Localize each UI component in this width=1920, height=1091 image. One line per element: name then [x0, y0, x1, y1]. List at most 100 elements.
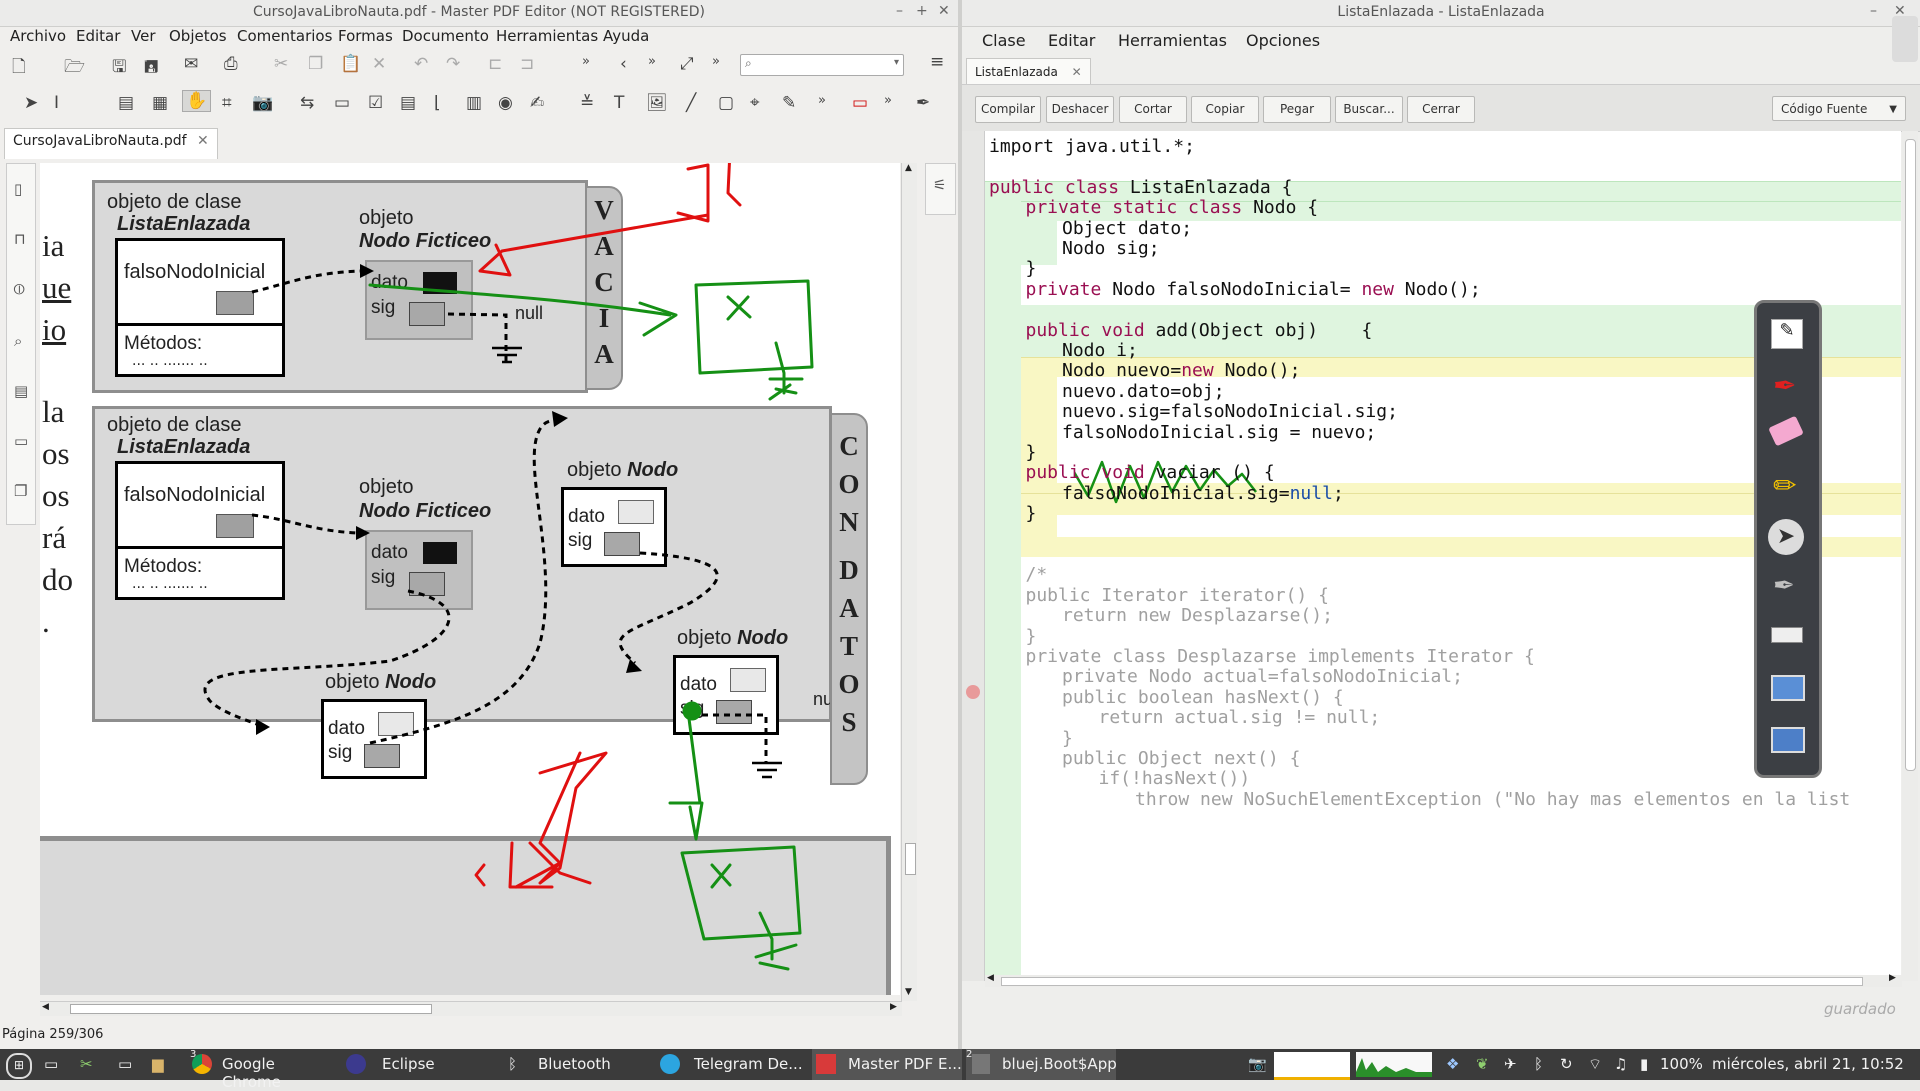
form-icon[interactable]: ▦ [152, 93, 168, 113]
code-line[interactable]: public void add(Object obj) { [1026, 320, 1373, 341]
eraser-icon[interactable] [1768, 415, 1804, 447]
select-arrow-icon[interactable]: ➤ [24, 93, 38, 113]
menu-ver[interactable]: Ver [131, 27, 156, 45]
hscroll-thumb[interactable] [70, 1004, 432, 1014]
scroll-up-icon[interactable]: ▲ [905, 163, 912, 173]
open-folder-icon[interactable]: 🗁 [64, 54, 85, 83]
highlighter-icon[interactable]: ✏ [1773, 469, 1796, 502]
menu-documento[interactable]: Documento [402, 27, 489, 45]
email-icon[interactable]: ✉ [184, 54, 198, 74]
combobox-icon[interactable]: ▥ [466, 93, 482, 113]
taskbar-item-eclipse[interactable]: Eclipse [344, 1049, 492, 1080]
listbox-field-icon[interactable]: ▤ [400, 93, 416, 113]
whiteboard-icon[interactable]: ✎ [1771, 319, 1803, 349]
pencil-icon[interactable]: ✎ [782, 93, 796, 113]
attachment-icon[interactable]: ⦶ [14, 280, 25, 298]
radio-icon[interactable]: ◉ [498, 93, 513, 113]
menu-clase[interactable]: Clase [982, 31, 1026, 50]
code-line[interactable]: falsoNodoInicial.sig = nuevo; [1062, 422, 1376, 443]
taskbar-item-bluej[interactable]: 2 bluej.Boot$App [966, 1049, 1117, 1080]
overflow-chevron-icon[interactable]: » [818, 93, 826, 108]
code-line[interactable]: Object dato; [1062, 218, 1192, 239]
copy-icon[interactable]: ❐ [308, 54, 323, 74]
menu-comentarios[interactable]: Comentarios [237, 27, 332, 45]
copiar-button[interactable]: Copiar [1191, 96, 1259, 123]
signatures-icon[interactable]: ▭ [14, 432, 28, 450]
maximize-icon[interactable]: + [916, 3, 928, 19]
scroll-left-icon[interactable]: ◀ [42, 1002, 49, 1012]
menu-opciones[interactable]: Opciones [1246, 31, 1320, 50]
vertical-scrollbar[interactable]: ▲ ▼ [901, 163, 917, 1001]
align-left-icon[interactable]: ⊏ [488, 54, 502, 74]
menu-editar[interactable]: Editar [1048, 31, 1095, 50]
menu-objetos[interactable]: Objetos [169, 27, 227, 45]
save-icon[interactable]: 🖫 [112, 54, 126, 83]
code-line[interactable]: private Nodo falsoNodoInicial= new Nodo(… [1026, 279, 1481, 300]
button-field-icon[interactable]: ▭ [334, 93, 350, 113]
properties-icon[interactable]: ⚟ [933, 176, 946, 194]
code-line[interactable]: public Object next() { [1062, 748, 1300, 769]
sync-icon[interactable]: ↻ [1560, 1055, 1573, 1073]
pointer-pen-icon[interactable]: ✒ [1773, 571, 1795, 601]
code-line[interactable]: return new Desplazarse(); [1062, 605, 1333, 626]
screenshot-icon[interactable]: 📷 [1248, 1055, 1267, 1073]
text-select-icon[interactable]: Ⅰ [54, 93, 59, 113]
menu-herramientas[interactable]: Herramientas [1118, 31, 1227, 50]
music-icon[interactable]: ♫ [1614, 1055, 1627, 1073]
red-pen-icon[interactable]: ✒ [1773, 369, 1796, 402]
cerrar-button[interactable]: Cerrar [1407, 96, 1475, 123]
align-center-icon[interactable]: ⊐ [520, 54, 534, 74]
link-icon[interactable]: ⇆ [300, 93, 314, 113]
code-line[interactable]: Nodo sig; [1062, 238, 1160, 259]
layers-icon[interactable]: ▤ [14, 382, 28, 400]
scroll-down-icon[interactable]: ▼ [905, 987, 912, 997]
horizontal-scrollbar[interactable]: ◀ ▶ [40, 1001, 902, 1016]
taskbar-item-telegram[interactable]: Telegram De... [656, 1049, 804, 1080]
menu-herramientas[interactable]: Herramientas [496, 27, 598, 45]
code-line[interactable]: } [1062, 728, 1073, 749]
code-line[interactable]: private static class Nodo { [1026, 197, 1319, 218]
code-line[interactable]: Nodo nuevo=new Nodo(); [1062, 360, 1300, 381]
image-icon[interactable]: 🖼 [646, 93, 668, 113]
editor-scroll-thumb[interactable] [1905, 139, 1916, 771]
desktop-share-icon[interactable] [1771, 727, 1805, 753]
code-line[interactable]: if(!hasNext()) [1099, 768, 1251, 789]
close-icon[interactable]: ✕ [938, 3, 950, 19]
cut-icon[interactable]: ✂ [274, 54, 288, 74]
pages-icon[interactable]: ▯ [14, 180, 22, 198]
editor-hscrollbar[interactable]: ◀ ▶ [985, 973, 1902, 987]
tab-listaenlazada[interactable]: ListaEnlazada ✕ [966, 58, 1091, 86]
editor-hscroll-thumb[interactable] [1001, 977, 1863, 986]
compilar-button[interactable]: Compilar [975, 96, 1041, 123]
code-line[interactable]: nuevo.sig=falsoNodoInicial.sig; [1062, 401, 1398, 422]
overflow-chevron-icon[interactable]: » [648, 54, 656, 69]
text-tool-icon[interactable]: ≚ [580, 93, 594, 113]
paste-icon[interactable]: 📋 [340, 54, 361, 74]
overflow-chevron-icon[interactable]: » [712, 54, 720, 69]
taskbar-item-chrome[interactable]: 3 Google Chrome [190, 1049, 338, 1091]
battery-icon[interactable]: ▮ [1640, 1055, 1648, 1073]
pegar-button[interactable]: Pegar [1263, 96, 1331, 123]
files-icon[interactable]: ▆ [152, 1055, 164, 1073]
breakpoint-icon[interactable] [966, 685, 980, 699]
comment-icon[interactable]: ▭ [852, 93, 868, 113]
code-line[interactable]: return actual.sig != null; [1099, 707, 1381, 728]
scroll-right-icon[interactable]: ▶ [1889, 973, 1896, 983]
code-line[interactable]: public Iterator iterator() { [1026, 585, 1329, 606]
overflow-chevron-icon[interactable]: » [582, 54, 590, 69]
tab-document[interactable]: CursoJavaLibroNauta.pdf ✕ [4, 128, 218, 159]
cortar-button[interactable]: Cortar [1119, 96, 1187, 123]
line-icon[interactable]: ╱ [686, 93, 696, 113]
dropbox-icon[interactable]: ❖ [1446, 1055, 1459, 1073]
scroll-right-icon[interactable]: ▶ [890, 1002, 897, 1012]
screen-capture-icon[interactable] [1771, 675, 1805, 701]
hand-tool-icon[interactable]: ✋ [182, 90, 212, 112]
editor-vscrollbar[interactable] [1902, 131, 1918, 981]
scroll-thumb[interactable] [905, 843, 916, 875]
menu-archivo[interactable]: Archivo [10, 27, 66, 45]
code-line[interactable]: falsoNodoInicial.sig=null; [1062, 483, 1344, 504]
menu-ayuda[interactable]: Ayuda [603, 27, 649, 45]
keyboard-icon[interactable] [1771, 627, 1803, 643]
edit-object-icon[interactable]: ▤ [118, 93, 134, 113]
tools-icon[interactable]: ✂ [80, 1055, 93, 1073]
